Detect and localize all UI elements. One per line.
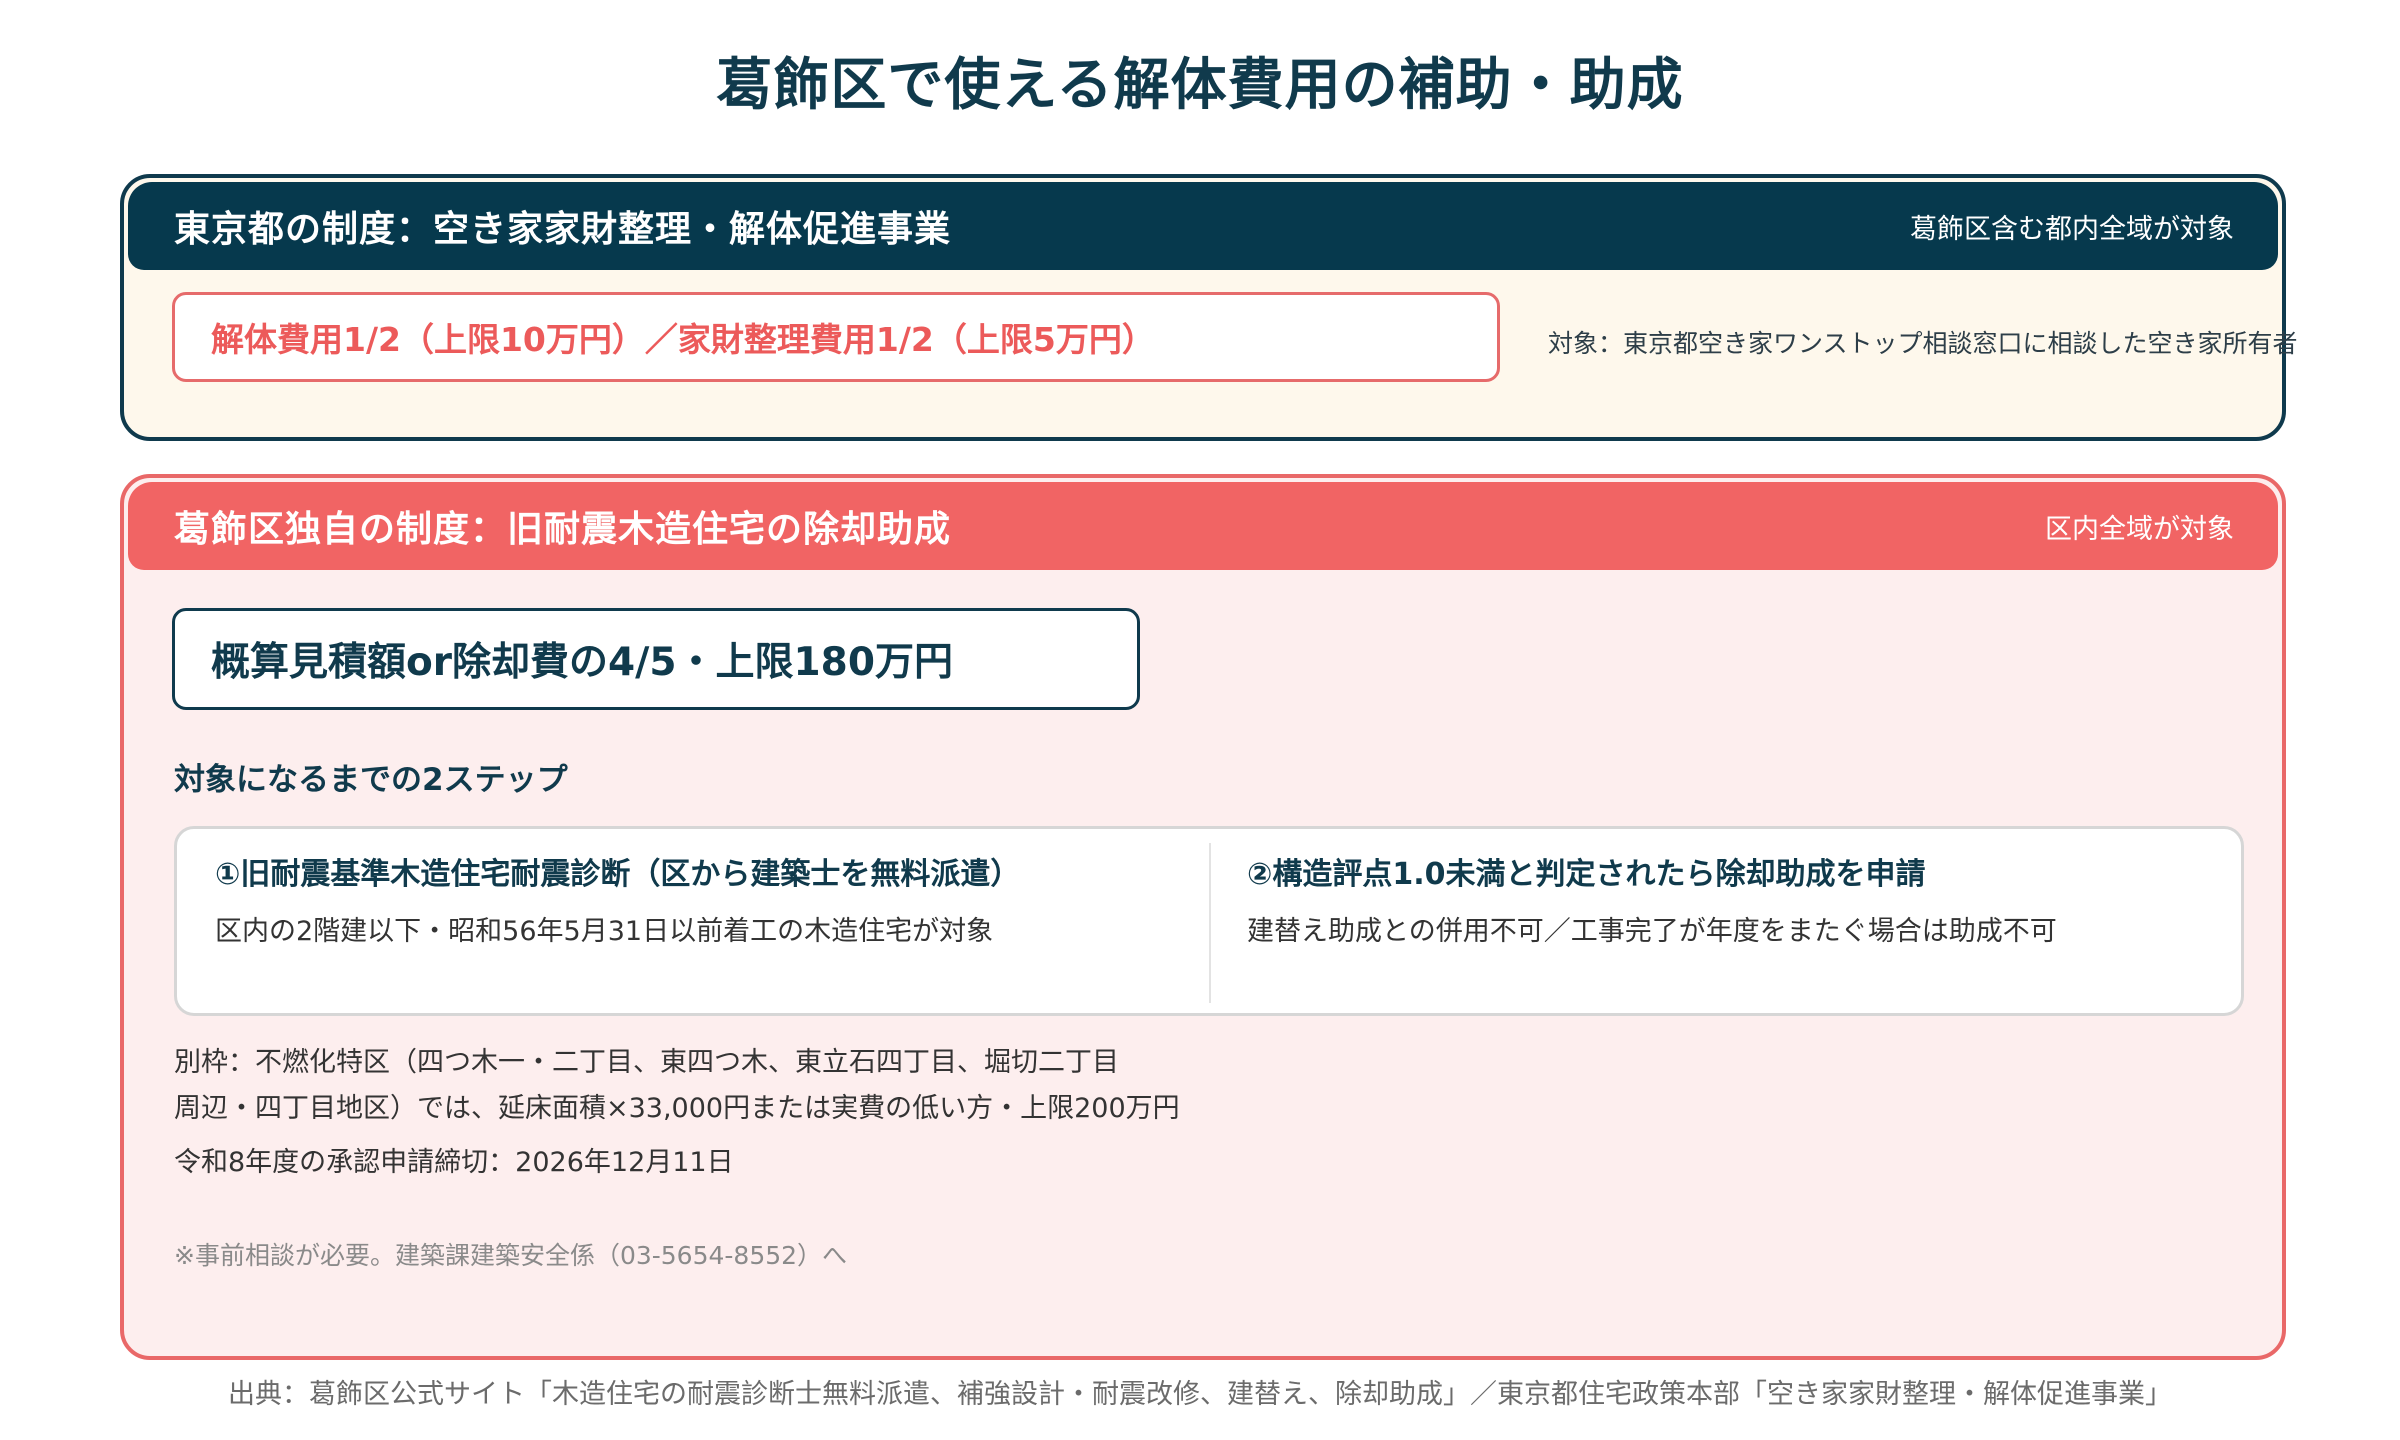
tokyo-target-note: 対象：東京都空き家ワンストップ相談窓口に相談した空き家所有者 <box>1548 329 2298 358</box>
katsushika-benefit-text: 概算見積額or除却費の4/5・上限180万円 <box>211 640 953 685</box>
katsushika-benefit-box: 概算見積額or除却費の4/5・上限180万円 <box>172 608 1140 710</box>
tokyo-program-header: 東京都の制度：空き家家財整理・解体促進事業 葛飾区含む都内全域が対象 <box>128 182 2278 270</box>
tokyo-benefit-text: 解体費用1/2（上限10万円）／家財整理費用1/2（上限5万円） <box>211 320 1155 359</box>
source-citation: 出典：葛飾区公式サイト「木造住宅の耐震診断士無料派遣、補強設計・耐震改修、建替え… <box>228 1379 2172 1410</box>
page-title: 葛飾区で使える解体費用の補助・助成 <box>716 53 1684 118</box>
step-2-description: 建替え助成との併用不可／工事完了が年度をまたぐ場合は助成不可 <box>1247 916 2057 947</box>
step-1: ①旧耐震基準木造住宅耐震診断（区から建築士を無料派遣） 区内の2階建以下・昭和5… <box>215 849 1020 948</box>
consultation-note: ※事前相談が必要。建築課建築安全係（03-5654-8552）へ <box>174 1241 848 1270</box>
tokyo-program-scope: 葛飾区含む都内全域が対象 <box>1910 213 2234 245</box>
katsushika-program-scope: 区内全域が対象 <box>2045 513 2234 545</box>
special-zone-note-line-1: 別枠：不燃化特区（四つ木一・二丁目、東四つ木、東立石四丁目、堀切二丁目 <box>174 1047 1119 1078</box>
katsushika-program-card: 葛飾区独自の制度：旧耐震木造住宅の除却助成 区内全域が対象 概算見積額or除却費… <box>120 474 2286 1360</box>
step-2-title: ②構造評点1.0未満と判定されたら除却助成を申請 <box>1247 857 1926 892</box>
step-divider <box>1209 843 1211 1003</box>
steps-box: ①旧耐震基準木造住宅耐震診断（区から建築士を無料派遣） 区内の2階建以下・昭和5… <box>174 826 2244 1016</box>
tokyo-program-title: 東京都の制度：空き家家財整理・解体促進事業 <box>174 209 952 250</box>
katsushika-program-header: 葛飾区独自の制度：旧耐震木造住宅の除却助成 区内全域が対象 <box>128 482 2278 570</box>
step-1-description: 区内の2階建以下・昭和56年5月31日以前着工の木造住宅が対象 <box>215 916 994 947</box>
step-2: ②構造評点1.0未満と判定されたら除却助成を申請 建替え助成との併用不可／工事完… <box>1247 849 2057 948</box>
step-1-title: ①旧耐震基準木造住宅耐震診断（区から建築士を無料派遣） <box>215 857 1021 892</box>
application-deadline: 令和8年度の承認申請締切：2026年12月11日 <box>174 1147 734 1178</box>
katsushika-program-title: 葛飾区独自の制度：旧耐震木造住宅の除却助成 <box>174 509 952 550</box>
steps-heading: 対象になるまでの2ステップ <box>174 762 568 798</box>
special-zone-note-line-2: 周辺・四丁目地区）では、延床面積×33,000円または実費の低い方・上限200万… <box>174 1093 1180 1124</box>
tokyo-program-card: 東京都の制度：空き家家財整理・解体促進事業 葛飾区含む都内全域が対象 解体費用1… <box>120 174 2298 441</box>
tokyo-benefit-box: 解体費用1/2（上限10万円）／家財整理費用1/2（上限5万円） <box>172 292 1500 382</box>
